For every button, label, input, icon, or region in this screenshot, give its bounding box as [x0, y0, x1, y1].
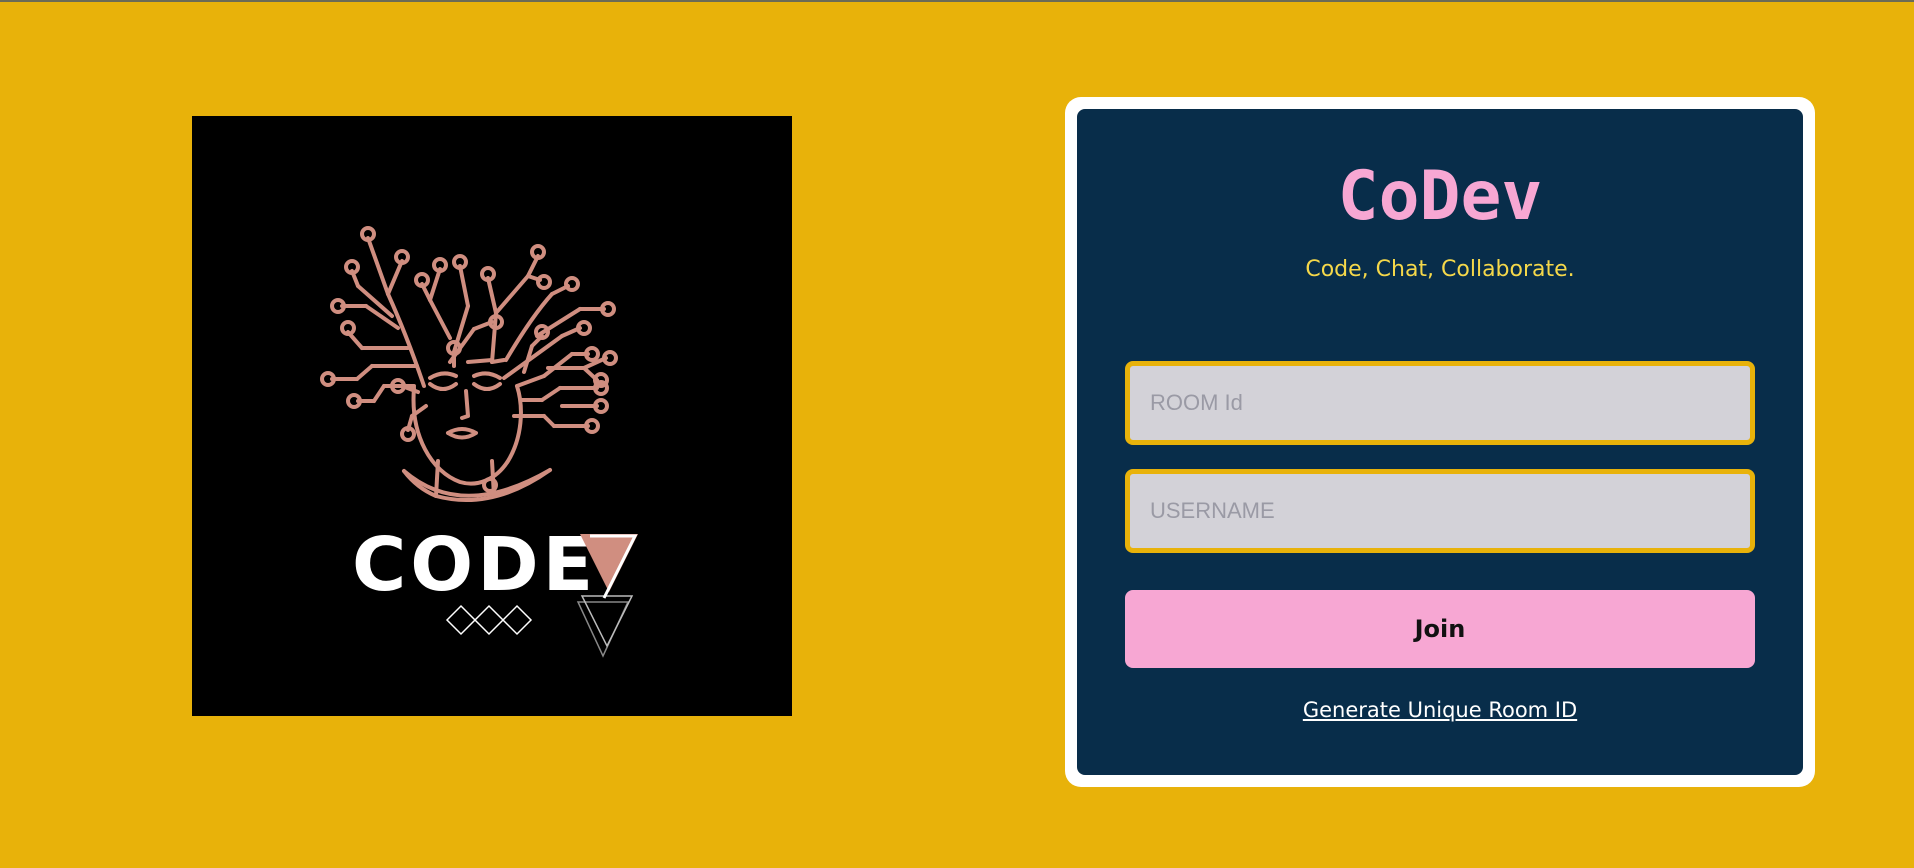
tree-head-logo-icon: CODE	[320, 226, 638, 658]
generate-room-id-link[interactable]: Generate Unique Room ID	[1077, 695, 1803, 725]
join-room-card: CoDev Code, Chat, Collaborate. Join Gene…	[1077, 109, 1803, 775]
codev-logo-image: CODE	[192, 116, 792, 716]
diamonds-decoration-icon	[445, 604, 533, 636]
logo-wordmark: CODE	[352, 522, 597, 608]
join-button[interactable]: Join	[1125, 590, 1755, 668]
tagline: Code, Chat, Collaborate.	[1305, 257, 1575, 282]
username-input[interactable]	[1125, 469, 1755, 553]
page-title: CoDev	[1337, 157, 1543, 236]
room-id-input[interactable]	[1125, 361, 1755, 445]
